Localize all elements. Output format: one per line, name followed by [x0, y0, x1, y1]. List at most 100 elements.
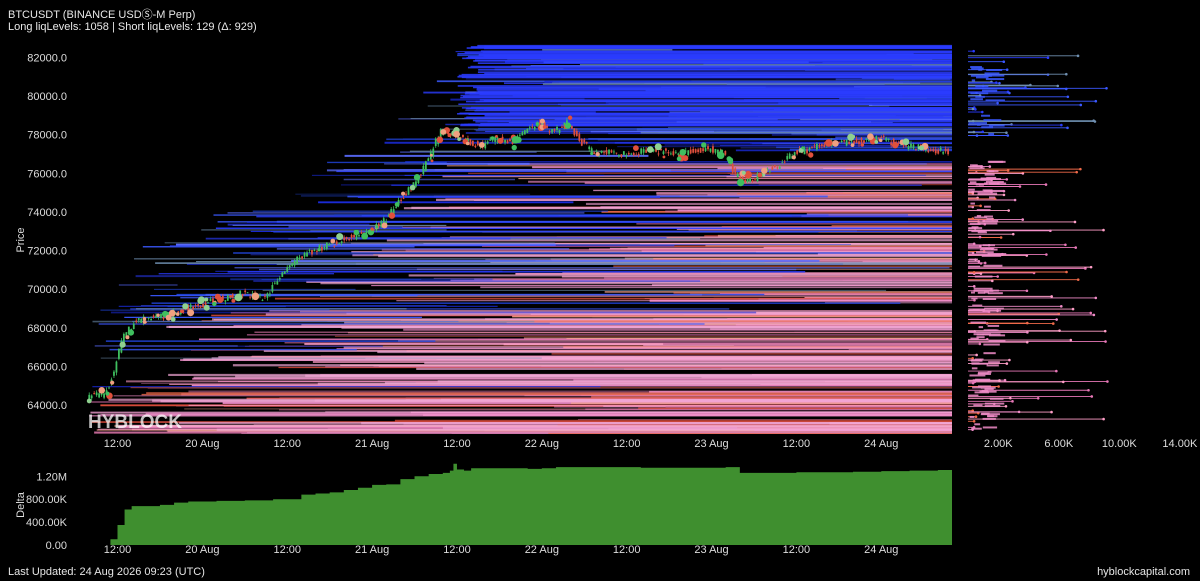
profile-dot: [1066, 126, 1069, 130]
candle-body: [278, 278, 281, 280]
candle-body: [781, 162, 784, 164]
profile-dot: [1074, 246, 1078, 249]
candle-body: [207, 302, 209, 304]
profile-cluster: [988, 170, 995, 173]
candle-body: [905, 145, 907, 147]
liq-dot: [633, 145, 639, 151]
profile-cluster: [981, 254, 1002, 257]
profile-cluster: [968, 188, 975, 191]
candle-body: [820, 144, 823, 147]
liq-dot: [231, 298, 236, 303]
profile-dot: [1102, 228, 1105, 232]
liq-dot: [646, 146, 654, 153]
candle-body: [788, 153, 791, 159]
candle-body: [197, 304, 200, 307]
candle-body: [942, 152, 945, 154]
candle-body: [340, 241, 343, 244]
candle-body: [548, 131, 551, 133]
candle-body: [590, 148, 593, 152]
liq-dot: [542, 125, 547, 129]
profile-tick-label: 10.00K: [1102, 438, 1138, 450]
liq-dot: [212, 301, 217, 307]
candle-body: [419, 174, 422, 176]
candle-body: [912, 144, 915, 149]
candle-body: [603, 152, 605, 154]
profile-tick-label: 6.00K: [1044, 438, 1073, 450]
profile-cluster: [980, 413, 1000, 416]
liq-dot: [375, 225, 379, 229]
candle-body: [731, 164, 734, 173]
liq-dot: [203, 304, 210, 311]
candle-body: [405, 193, 407, 196]
candle-body: [751, 180, 754, 182]
profile-cluster: [984, 72, 1000, 75]
candle-body: [471, 140, 474, 146]
candle-body: [803, 148, 806, 155]
candle-body: [885, 138, 888, 141]
candle-body: [90, 395, 93, 399]
candle-body: [610, 150, 613, 153]
candle-body: [422, 165, 425, 174]
profile-cluster: [968, 122, 988, 125]
candle-body: [273, 282, 276, 284]
candle-body: [771, 166, 774, 170]
profile-cluster: [968, 265, 981, 268]
liq-dot: [465, 141, 470, 146]
liq-dot: [515, 136, 522, 144]
candle-body: [630, 153, 633, 155]
profile-dot: [1089, 265, 1093, 269]
profile-cluster: [970, 92, 989, 95]
profile-cluster: [987, 415, 995, 418]
candle-body: [231, 294, 234, 298]
profile-cluster: [989, 397, 1004, 400]
candle-body: [303, 252, 306, 257]
profile-cluster: [972, 304, 983, 307]
profile-dot: [1061, 380, 1065, 384]
delta-time-tick-label: 12:00: [613, 544, 641, 556]
liq-dot: [824, 139, 833, 147]
candle-body: [395, 207, 398, 209]
profile-cluster: [986, 69, 1003, 72]
profile-dot: [1104, 340, 1107, 343]
profile-cluster: [982, 189, 993, 192]
candle-body: [152, 315, 155, 318]
profile-cluster: [974, 275, 993, 278]
candle-body: [813, 145, 816, 147]
profile-dot: [1002, 193, 1006, 197]
price-tick-label: 82000.0: [27, 52, 67, 64]
candle-body: [328, 243, 331, 246]
profile-cluster: [970, 291, 975, 294]
candle-body: [323, 247, 326, 249]
chart-canvas[interactable]: HYBLOCK Price 64000.0 66000.0 68000.0 70000.0…: [0, 0, 1200, 581]
liq-dot: [180, 309, 184, 313]
profile-cluster: [973, 404, 983, 407]
delta-tick-label: 0.00: [46, 540, 67, 552]
price-tick-label: 78000.0: [27, 130, 67, 142]
candle-body: [241, 294, 244, 296]
delta-tick-label: 800.00K: [26, 494, 68, 506]
candle-body: [202, 303, 204, 308]
profile-dot: [998, 81, 1001, 85]
candle-body: [531, 126, 534, 128]
candle-body: [786, 156, 789, 160]
candle-body: [640, 148, 643, 154]
profile-dot: [1058, 329, 1061, 332]
liq-dot: [142, 316, 147, 321]
candle-body: [662, 151, 665, 154]
profile-dot: [1051, 322, 1055, 325]
candle-body: [754, 178, 756, 180]
candle-body: [657, 153, 660, 155]
candle-body: [224, 300, 227, 302]
profile-dot: [972, 419, 976, 423]
price-tick-label: 74000.0: [27, 207, 67, 219]
profile-dot: [1092, 313, 1096, 317]
profile-dot: [1105, 86, 1108, 90]
candle-body: [746, 178, 749, 183]
site-link[interactable]: hyblockcapital.com: [1097, 566, 1190, 578]
profile-cluster: [982, 297, 997, 300]
candle-body: [677, 153, 680, 155]
liq-dot: [170, 316, 176, 322]
profile-dot: [978, 342, 982, 346]
profile-dot: [1050, 295, 1053, 298]
candle-body: [504, 139, 506, 143]
